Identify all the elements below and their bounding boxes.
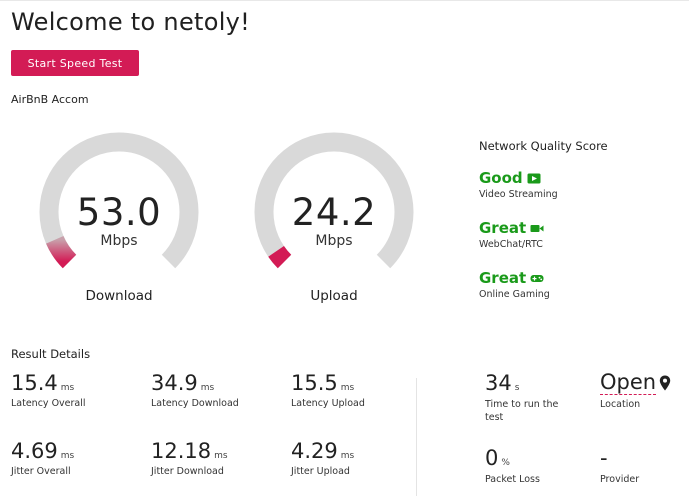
location-label: Location bbox=[600, 399, 641, 410]
quality-item-video-streaming: Good Video Streaming bbox=[479, 169, 558, 200]
network-name: AirBnB Accom bbox=[11, 93, 89, 106]
packet-loss-label: Packet Loss bbox=[485, 474, 540, 485]
upload-unit: Mbps bbox=[315, 233, 353, 249]
metric-packet-loss: 0% Packet Loss bbox=[485, 446, 575, 486]
results-divider bbox=[416, 378, 417, 496]
jitter-download-value: 12.18 bbox=[151, 439, 212, 463]
metric-provider: - Provider bbox=[600, 446, 689, 486]
download-unit: Mbps bbox=[100, 233, 138, 249]
provider-value: - bbox=[600, 446, 608, 470]
latency-upload-value: 15.5 bbox=[291, 371, 338, 395]
latency-overall-label: Latency Overall bbox=[11, 398, 86, 409]
gamepad-icon bbox=[530, 274, 544, 282]
latency-upload-label: Latency Upload bbox=[291, 398, 365, 409]
latency-overall-unit: ms bbox=[60, 383, 75, 393]
provider-label: Provider bbox=[600, 474, 640, 485]
quality-item-webchat: Great WebChat/RTC bbox=[479, 219, 544, 250]
jitter-overall-unit: ms bbox=[60, 451, 75, 461]
test-time-label: Time to run the test bbox=[485, 399, 559, 423]
latency-download-label: Latency Download bbox=[151, 398, 239, 409]
gauge-fill bbox=[268, 245, 292, 269]
metric-jitter-overall: 4.69 ms Jitter Overall bbox=[11, 439, 74, 477]
jitter-download-label: Jitter Download bbox=[151, 466, 224, 477]
webchat-label: WebChat/RTC bbox=[479, 239, 543, 250]
metric-test-time: 34 s Time to run the test bbox=[485, 371, 575, 424]
video-streaming-rating: Good bbox=[479, 169, 523, 187]
test-time-unit: s bbox=[514, 383, 520, 393]
metric-latency-download: 34.9 ms Latency Download bbox=[151, 371, 239, 409]
network-quality-title: Network Quality Score bbox=[479, 139, 608, 153]
latency-upload-unit: ms bbox=[340, 383, 355, 393]
latency-overall-value: 15.4 bbox=[11, 371, 58, 395]
latency-download-value: 34.9 bbox=[151, 371, 198, 395]
quality-item-online-gaming: Great Online Gaming bbox=[479, 269, 550, 300]
video-streaming-label: Video Streaming bbox=[479, 189, 558, 200]
download-value: 53.0 bbox=[76, 191, 162, 234]
jitter-overall-value: 4.69 bbox=[11, 439, 58, 463]
jitter-overall-label: Jitter Overall bbox=[11, 466, 71, 477]
video-camera-icon bbox=[530, 224, 544, 232]
online-gaming-label: Online Gaming bbox=[479, 289, 550, 300]
online-gaming-rating: Great bbox=[479, 269, 527, 287]
start-speed-test-button[interactable]: Start Speed Test bbox=[11, 50, 139, 76]
latency-download-unit: ms bbox=[200, 383, 215, 393]
jitter-upload-unit: ms bbox=[340, 451, 355, 461]
metric-latency-overall: 15.4 ms Latency Overall bbox=[11, 371, 86, 409]
packet-loss-unit: % bbox=[501, 458, 510, 468]
result-details-title: Result Details bbox=[11, 347, 91, 361]
upload-value: 24.2 bbox=[291, 191, 377, 234]
metric-location: Open Location bbox=[600, 371, 689, 411]
page-title: Welcome to netoly! bbox=[11, 8, 251, 36]
metric-latency-upload: 15.5 ms Latency Upload bbox=[291, 371, 365, 409]
location-value[interactable]: Open bbox=[600, 371, 657, 395]
webchat-rating: Great bbox=[479, 219, 527, 237]
upload-label: Upload bbox=[310, 288, 358, 304]
map-pin-icon bbox=[659, 375, 671, 391]
jitter-upload-value: 4.29 bbox=[291, 439, 338, 463]
jitter-download-unit: ms bbox=[214, 451, 228, 461]
play-icon bbox=[527, 173, 541, 183]
top-divider bbox=[0, 0, 689, 1]
metric-jitter-download: 12.18 ms Jitter Download bbox=[151, 439, 228, 477]
download-label: Download bbox=[85, 288, 153, 304]
jitter-upload-label: Jitter Upload bbox=[291, 466, 350, 477]
test-time-value: 34 bbox=[485, 371, 512, 395]
metric-jitter-upload: 4.29 ms Jitter Upload bbox=[291, 439, 354, 477]
packet-loss-value: 0 bbox=[485, 446, 499, 470]
